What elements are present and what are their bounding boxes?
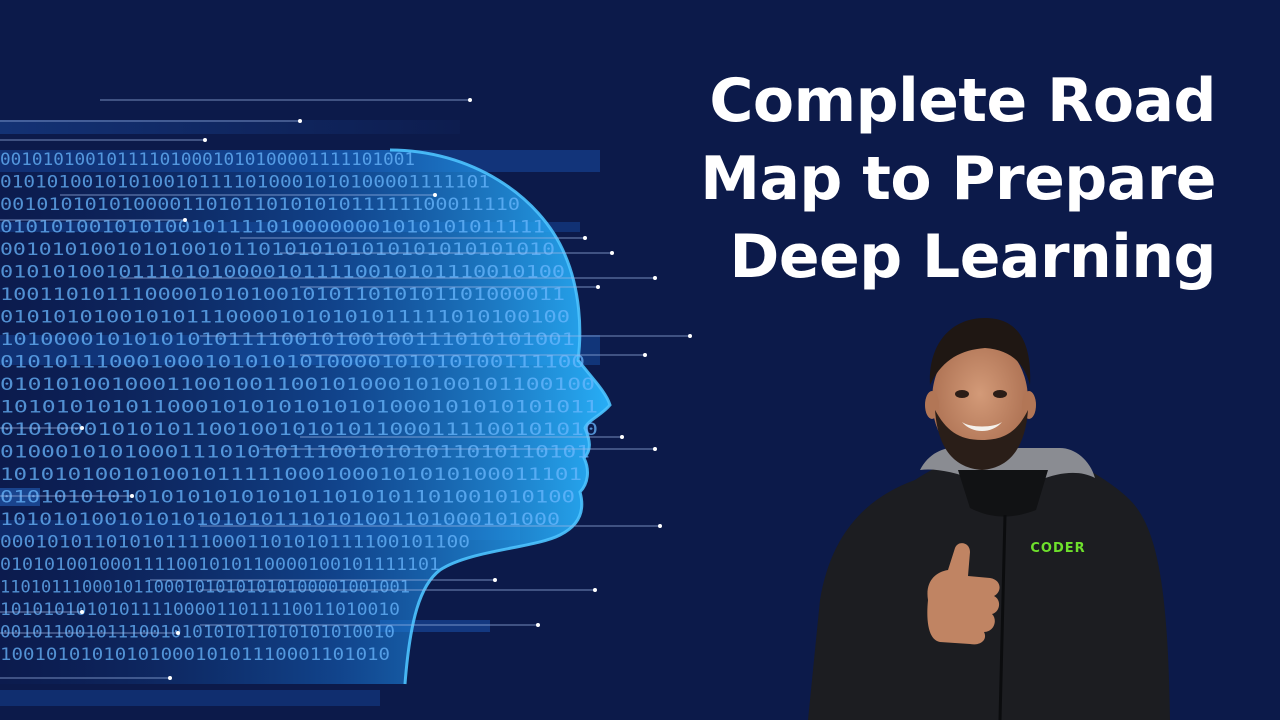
presenter-photo: CODER bbox=[808, 318, 1170, 720]
data-line-dot bbox=[176, 631, 180, 635]
data-line-dot bbox=[493, 578, 497, 582]
data-line-dot bbox=[620, 435, 624, 439]
binary-row: 0010101001010100101101010101010101010101… bbox=[0, 240, 555, 260]
binary-row: 1010101010101111000011011110011010010 bbox=[0, 600, 400, 620]
title: Complete Road Map to Prepare Deep Learni… bbox=[616, 62, 1216, 296]
data-line-dot bbox=[130, 494, 134, 498]
binary-row: 0101010010001111001010110000100101111101 bbox=[0, 555, 440, 575]
binary-row: 1010101001010010111110001000101010100011… bbox=[0, 465, 582, 485]
data-line-dot bbox=[583, 236, 587, 240]
binary-row: 0101010010101001011110100010101000011111… bbox=[0, 173, 490, 193]
data-line-dot bbox=[536, 623, 540, 627]
title-line-3: Deep Learning bbox=[729, 222, 1217, 292]
binary-row: 0001010110101011110001101010111100101100 bbox=[0, 533, 470, 553]
data-line-dot bbox=[80, 610, 84, 614]
binary-row: 001010100101111010001010100001111101001 bbox=[0, 150, 415, 170]
data-line-dot bbox=[610, 251, 614, 255]
shirt-logo: CODER bbox=[1030, 541, 1085, 556]
binary-row: 1010101010110001010101010101000101010101… bbox=[0, 398, 598, 418]
binary-code-rows: 001010100101111010001010100001111101001 0… bbox=[0, 150, 598, 665]
data-line-dot bbox=[653, 447, 657, 451]
binary-row: 1010000101010101011110010100100111010101… bbox=[0, 330, 575, 350]
data-line-dot bbox=[643, 353, 647, 357]
binary-row: 0100010101000111010101110010101011010110… bbox=[0, 443, 590, 463]
data-line-dot bbox=[596, 285, 600, 289]
binary-row: 0101010101010101010101011010101101001010… bbox=[0, 488, 575, 508]
title-line-1: Complete Road bbox=[709, 66, 1216, 136]
data-line-dot bbox=[433, 193, 437, 197]
data-line-dot bbox=[468, 98, 472, 102]
data-line-dot bbox=[688, 334, 692, 338]
data-line-dot bbox=[203, 138, 207, 142]
binary-row: 0101010010001100100110010100010100101100… bbox=[0, 375, 595, 395]
data-line-dot bbox=[80, 426, 84, 430]
binary-row: 0101010100101011100001010101011111010100… bbox=[0, 308, 570, 328]
data-line-dot bbox=[168, 676, 172, 680]
binary-row: 1001010101010100010101110001101010 bbox=[0, 645, 390, 665]
binary-row: 1001101011100001010100101011010101101000… bbox=[0, 285, 565, 305]
binary-row: 0010101010100001101011010101011111100011… bbox=[0, 195, 520, 215]
binary-row: 1010101001010101010101110101001101000101… bbox=[0, 510, 560, 530]
binary-row: 0101010010111010100001011110010101110010… bbox=[0, 263, 565, 283]
title-line-2: Map to Prepare bbox=[700, 144, 1216, 214]
data-line-dot bbox=[183, 218, 187, 222]
data-line-dot bbox=[593, 588, 597, 592]
data-line-dot bbox=[658, 524, 662, 528]
data-line-dot bbox=[298, 119, 302, 123]
